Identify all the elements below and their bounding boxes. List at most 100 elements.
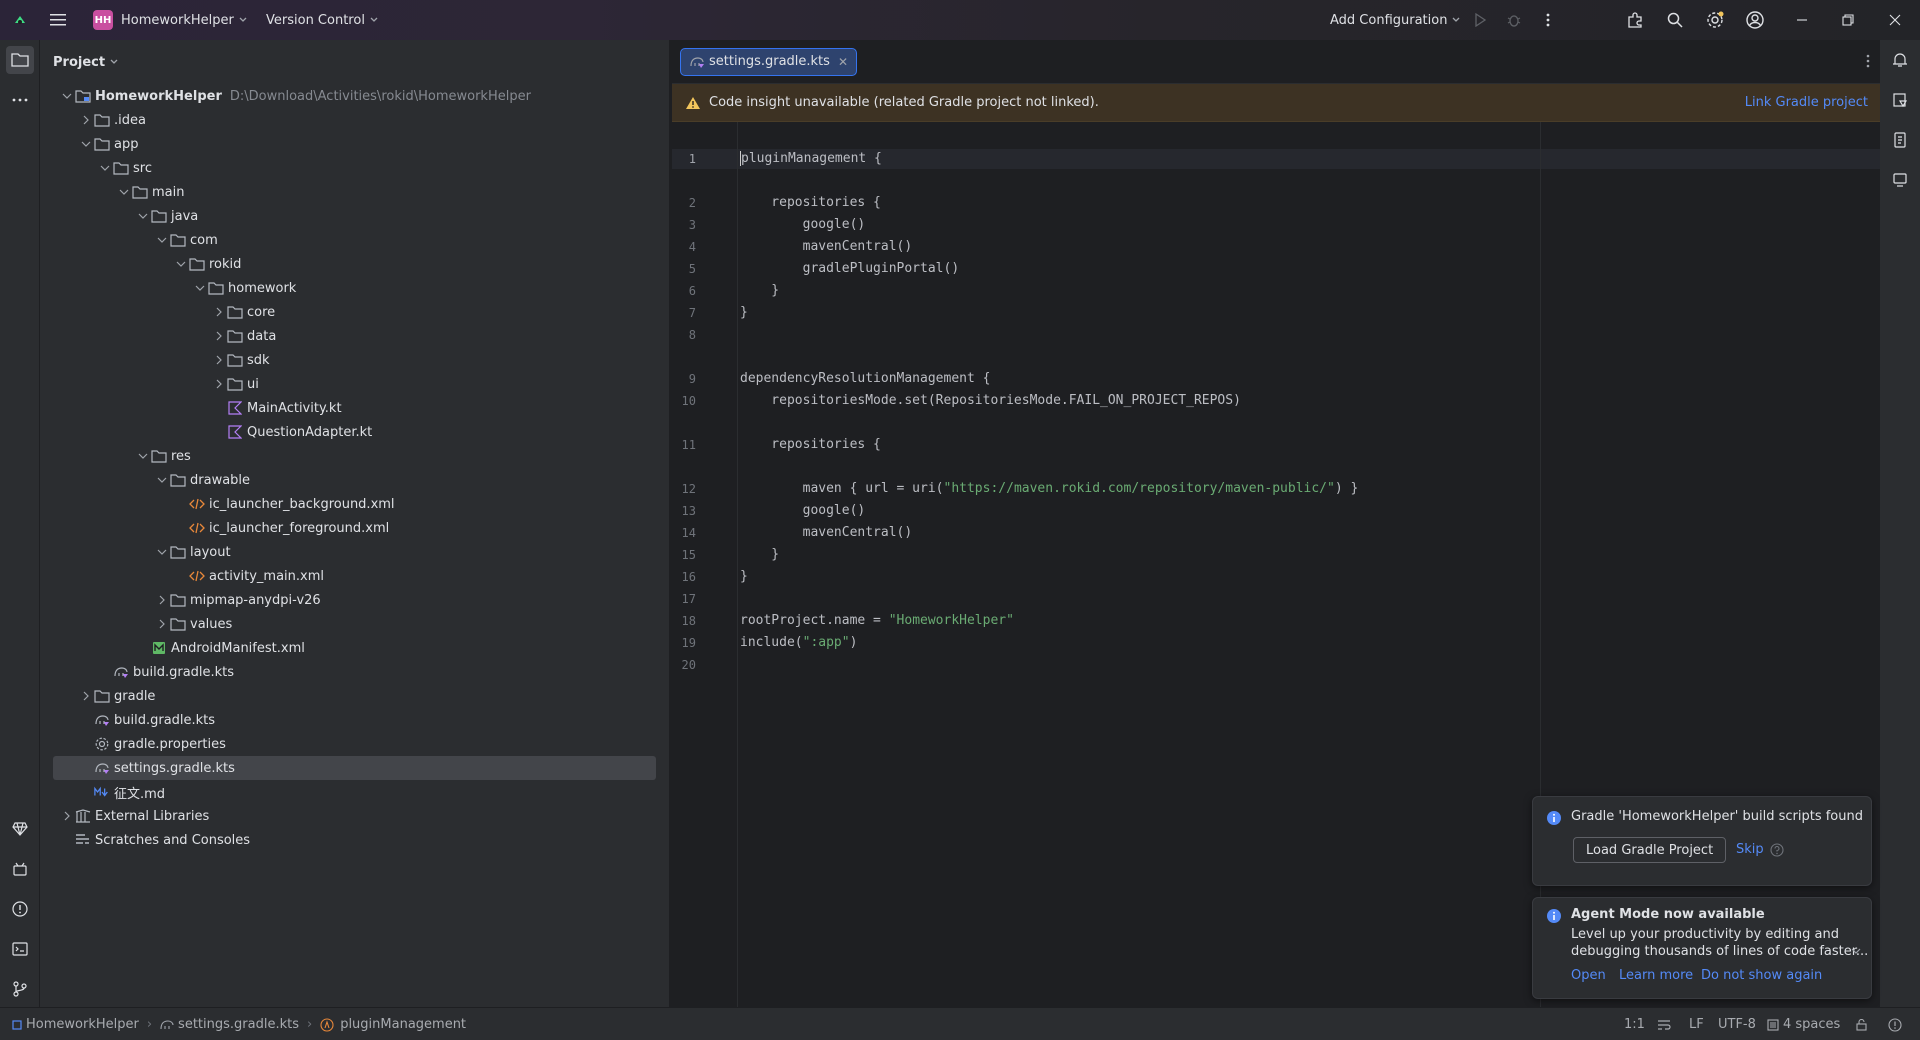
chevron-right-icon[interactable]	[211, 304, 227, 320]
code-line[interactable]: }	[740, 569, 748, 584]
code-line[interactable]: dependencyResolutionManagement {	[740, 371, 990, 386]
tree-item[interactable]: Scratches and Consoles	[53, 828, 656, 852]
chevron-right-icon[interactable]	[211, 328, 227, 344]
tree-item[interactable]: activity_main.xml	[53, 564, 656, 588]
tree-item[interactable]: ic_launcher_background.xml	[53, 492, 656, 516]
breadcrumb-project[interactable]: HomeworkHelper	[26, 1017, 139, 1032]
chevron-down-icon[interactable]	[116, 184, 132, 200]
tree-item[interactable]: com	[53, 228, 656, 252]
breadcrumb-symbol[interactable]: pluginManagement	[340, 1017, 466, 1032]
account-button[interactable]	[1744, 0, 1766, 40]
tree-item[interactable]: AndroidManifest.xml	[53, 636, 656, 660]
version-control-menu[interactable]: Version Control	[266, 0, 378, 40]
tree-item[interactable]: MainActivity.kt	[53, 396, 656, 420]
run-button[interactable]	[1470, 0, 1490, 40]
line-separator[interactable]: LF	[1689, 1008, 1704, 1040]
learn-more-link[interactable]: Learn more	[1619, 968, 1693, 983]
tree-item[interactable]: rokid	[53, 252, 656, 276]
code-line[interactable]: gradlePluginPortal()	[740, 261, 960, 276]
project-tool-button[interactable]	[6, 46, 34, 74]
gradle-tool-button[interactable]	[1886, 86, 1914, 114]
chevron-down-icon[interactable]	[192, 280, 208, 296]
tree-item[interactable]: settings.gradle.kts	[53, 756, 656, 780]
tree-item[interactable]: ui	[53, 372, 656, 396]
code-line[interactable]: }	[740, 305, 748, 320]
breadcrumb-file[interactable]: settings.gradle.kts	[178, 1017, 299, 1032]
running-devices-button[interactable]	[1886, 166, 1914, 194]
code-line[interactable]: }	[740, 283, 779, 298]
tree-item[interactable]: gradle	[53, 684, 656, 708]
code-line[interactable]: google()	[740, 503, 866, 518]
code-line[interactable]: maven { url = uri("https://maven.rokid.c…	[740, 481, 1359, 496]
device-file-explorer-button[interactable]	[1886, 126, 1914, 154]
search-everywhere-button[interactable]	[1664, 0, 1686, 40]
code-line[interactable]: repositories {	[740, 195, 881, 210]
caret-position[interactable]: 1:1	[1624, 1008, 1645, 1040]
device-manager-button[interactable]	[6, 855, 34, 883]
chevron-down-icon[interactable]	[135, 208, 151, 224]
tree-item[interactable]: HomeworkHelper D:\Download\Activities\rok…	[53, 84, 656, 108]
tree-item[interactable]: layout	[53, 540, 656, 564]
tree-item[interactable]: QuestionAdapter.kt	[53, 420, 656, 444]
tree-item[interactable]: res	[53, 444, 656, 468]
debug-button[interactable]	[1504, 0, 1524, 40]
chevron-right-icon[interactable]	[78, 688, 94, 704]
chevron-right-icon[interactable]	[211, 376, 227, 392]
tree-item[interactable]: values	[53, 612, 656, 636]
open-link[interactable]: Open	[1571, 968, 1606, 983]
code-line[interactable]: repositoriesMode.set(RepositoriesMode.FA…	[740, 393, 1241, 408]
chevron-down-icon[interactable]	[59, 88, 75, 104]
tree-item[interactable]: core	[53, 300, 656, 324]
close-window-button[interactable]	[1883, 0, 1907, 40]
tree-item[interactable]: gradle.properties	[53, 732, 656, 756]
project-switcher[interactable]: HH HomeworkHelper	[93, 0, 247, 40]
chevron-down-icon[interactable]	[97, 160, 113, 176]
code-line[interactable]: rootProject.name = "HomeworkHelper"	[740, 613, 1014, 628]
tree-item[interactable]: .idea	[53, 108, 656, 132]
chevron-down-icon[interactable]	[154, 472, 170, 488]
help-icon[interactable]	[1770, 843, 1784, 857]
editor-tab-options-button[interactable]	[1866, 54, 1870, 68]
tree-item[interactable]: mipmap-anydpi-v26	[53, 588, 656, 612]
project-panel-header[interactable]: Project	[40, 40, 669, 84]
tree-item[interactable]: data	[53, 324, 656, 348]
tree-item[interactable]: sdk	[53, 348, 656, 372]
tree-item[interactable]: External Libraries	[53, 804, 656, 828]
settings-button[interactable]	[1704, 0, 1726, 40]
tree-item[interactable]: java	[53, 204, 656, 228]
restore-button[interactable]	[1836, 0, 1860, 40]
code-line[interactable]: google()	[740, 217, 866, 232]
tree-item[interactable]: src	[53, 156, 656, 180]
code-line[interactable]: mavenCentral()	[740, 239, 913, 254]
add-configuration-button[interactable]: Add Configuration	[1330, 0, 1460, 40]
chevron-right-icon[interactable]	[211, 352, 227, 368]
tab-settings-gradle-kts[interactable]: settings.gradle.kts ✕	[680, 47, 857, 76]
plugins-button[interactable]	[1624, 0, 1646, 40]
code-line[interactable]: repositories {	[740, 437, 881, 452]
notifications-button[interactable]	[1886, 46, 1914, 74]
main-menu-button[interactable]	[46, 0, 70, 40]
chevron-right-icon[interactable]	[78, 112, 94, 128]
problems-tool-button[interactable]	[6, 895, 34, 923]
tree-item[interactable]: homework	[53, 276, 656, 300]
tree-item[interactable]: 征文.md	[53, 780, 656, 804]
chevron-down-icon[interactable]	[154, 544, 170, 560]
chevron-right-icon[interactable]	[154, 616, 170, 632]
tree-item[interactable]: main	[53, 180, 656, 204]
problems-indicator[interactable]	[1888, 1008, 1902, 1040]
code-line[interactable]: }	[740, 547, 779, 562]
chevron-right-icon[interactable]	[154, 592, 170, 608]
chevron-down-icon[interactable]	[78, 136, 94, 152]
link-gradle-project-link[interactable]: Link Gradle project	[1745, 95, 1868, 110]
chevron-down-icon[interactable]	[154, 232, 170, 248]
chevron-down-icon[interactable]	[1851, 948, 1861, 954]
more-tool-windows-button[interactable]	[6, 86, 34, 114]
chevron-down-icon[interactable]	[135, 448, 151, 464]
load-gradle-project-button[interactable]: Load Gradle Project	[1573, 837, 1727, 863]
tree-item[interactable]: app	[53, 132, 656, 156]
tree-item[interactable]: build.gradle.kts	[53, 708, 656, 732]
file-encoding[interactable]: UTF-8	[1718, 1008, 1756, 1040]
more-actions-button[interactable]	[1538, 0, 1558, 40]
gemini-tool-button[interactable]	[6, 815, 34, 843]
tab-close-icon[interactable]: ✕	[838, 55, 848, 69]
